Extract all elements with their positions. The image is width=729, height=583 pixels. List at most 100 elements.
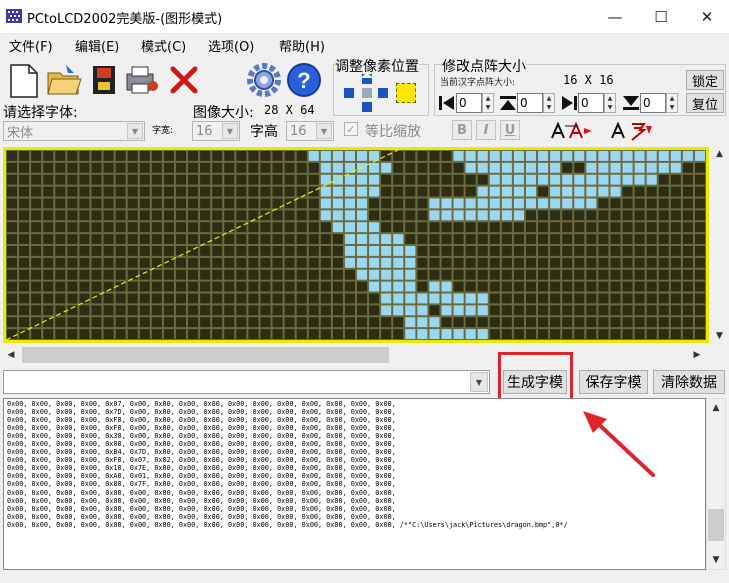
pixel-on[interactable] bbox=[501, 210, 512, 221]
pixel-off[interactable] bbox=[151, 257, 162, 268]
pixel-off[interactable] bbox=[127, 186, 138, 197]
pixel-off[interactable] bbox=[417, 174, 428, 185]
pixel-off[interactable] bbox=[634, 329, 645, 340]
pixel-off[interactable] bbox=[610, 329, 621, 340]
pixel-off[interactable] bbox=[127, 269, 138, 280]
pixel-off[interactable] bbox=[513, 269, 524, 280]
pixel-off[interactable] bbox=[550, 234, 561, 245]
pixel-off[interactable] bbox=[260, 257, 271, 268]
output-format-select[interactable]: ▼ bbox=[3, 370, 490, 394]
pixel-off[interactable] bbox=[489, 317, 500, 328]
pixel-off[interactable] bbox=[103, 305, 114, 316]
title-bar[interactable]: PCtoLCD2002完美版-(图形模式) — ☐ ✕ bbox=[0, 0, 729, 34]
pixel-off[interactable] bbox=[175, 293, 187, 304]
pixel-off[interactable] bbox=[67, 222, 78, 233]
pixel-off[interactable] bbox=[610, 222, 621, 233]
pixel-off[interactable] bbox=[127, 151, 138, 161]
pixel-off[interactable] bbox=[163, 234, 174, 245]
pixel-off[interactable] bbox=[658, 281, 669, 292]
pixel-off[interactable] bbox=[694, 329, 705, 340]
font-select[interactable]: 宋体 ▼ bbox=[3, 121, 145, 141]
pixel-off[interactable] bbox=[260, 329, 271, 340]
pixel-off[interactable] bbox=[405, 174, 416, 185]
pixel-off[interactable] bbox=[163, 305, 174, 316]
pixel-off[interactable] bbox=[429, 186, 440, 197]
pixel-off[interactable] bbox=[79, 281, 90, 292]
pixel-off[interactable] bbox=[188, 305, 199, 316]
pixel-off[interactable] bbox=[381, 174, 392, 185]
pixel-off[interactable] bbox=[248, 269, 259, 280]
pixel-on[interactable] bbox=[344, 186, 355, 197]
pixel-off[interactable] bbox=[586, 257, 597, 268]
pixel-off[interactable] bbox=[562, 162, 573, 173]
pixel-off[interactable] bbox=[610, 293, 621, 304]
pixel-off[interactable] bbox=[212, 186, 223, 197]
pixel-off[interactable] bbox=[139, 174, 150, 185]
pixel-on[interactable] bbox=[622, 174, 633, 185]
pixel-off[interactable] bbox=[163, 222, 174, 233]
pixel-on[interactable] bbox=[477, 198, 488, 209]
pixel-off[interactable] bbox=[212, 317, 223, 328]
pixel-off[interactable] bbox=[646, 246, 657, 256]
new-button[interactable] bbox=[4, 60, 44, 100]
pixel-off[interactable] bbox=[284, 246, 295, 256]
pixel-off[interactable] bbox=[296, 269, 307, 280]
pixel-off[interactable] bbox=[200, 281, 211, 292]
pixel-off[interactable] bbox=[682, 293, 693, 304]
pixel-off[interactable] bbox=[598, 246, 609, 256]
pixel-off[interactable] bbox=[682, 305, 693, 316]
pixel-off[interactable] bbox=[224, 305, 235, 316]
pixel-on[interactable] bbox=[429, 329, 440, 340]
spinner-top-value[interactable]: 0 bbox=[517, 93, 543, 113]
pixel-off[interactable] bbox=[260, 186, 271, 197]
pixel-off[interactable] bbox=[622, 234, 633, 245]
pixel-off[interactable] bbox=[115, 198, 126, 209]
pixel-off[interactable] bbox=[393, 162, 404, 173]
pixel-off[interactable] bbox=[646, 234, 657, 245]
pixel-on[interactable] bbox=[344, 174, 355, 185]
pixel-off[interactable] bbox=[441, 186, 452, 197]
pixel-off[interactable] bbox=[393, 329, 404, 340]
pixel-off[interactable] bbox=[139, 317, 150, 328]
pixel-on[interactable] bbox=[465, 305, 476, 316]
pixel-off[interactable] bbox=[308, 186, 319, 197]
pixel-off[interactable] bbox=[429, 151, 440, 161]
pixel-off[interactable] bbox=[646, 293, 657, 304]
pixel-on[interactable] bbox=[610, 162, 621, 173]
pixel-off[interactable] bbox=[682, 269, 693, 280]
pixel-off[interactable] bbox=[55, 246, 66, 256]
pixel-off[interactable] bbox=[188, 162, 199, 173]
pixel-on[interactable] bbox=[344, 222, 355, 233]
pixel-off[interactable] bbox=[284, 162, 295, 173]
pixel-off[interactable] bbox=[272, 293, 283, 304]
pixel-on[interactable] bbox=[393, 246, 404, 256]
pixel-on[interactable] bbox=[574, 174, 585, 185]
pixel-off[interactable] bbox=[31, 234, 42, 245]
pixel-off[interactable] bbox=[574, 329, 585, 340]
pixel-off[interactable] bbox=[405, 198, 416, 209]
pixel-off[interactable] bbox=[19, 162, 30, 173]
pixel-off[interactable] bbox=[91, 174, 102, 185]
pixel-off[interactable] bbox=[658, 329, 669, 340]
pixel-off[interactable] bbox=[139, 257, 150, 268]
pixel-off[interactable] bbox=[91, 329, 102, 340]
pixel-off[interactable] bbox=[19, 317, 30, 328]
pixel-on[interactable] bbox=[574, 198, 585, 209]
pixel-off[interactable] bbox=[574, 162, 585, 173]
pixel-off[interactable] bbox=[163, 281, 174, 292]
pixel-on[interactable] bbox=[465, 329, 476, 340]
pixel-off[interactable] bbox=[163, 174, 174, 185]
pixel-off[interactable] bbox=[308, 246, 319, 256]
pixel-off[interactable] bbox=[188, 222, 199, 233]
pixel-off[interactable] bbox=[212, 293, 223, 304]
pixel-off[interactable] bbox=[139, 234, 150, 245]
pixel-off[interactable] bbox=[19, 281, 30, 292]
pixel-off[interactable] bbox=[19, 305, 30, 316]
pixel-off[interactable] bbox=[429, 246, 440, 256]
pixel-off[interactable] bbox=[151, 305, 162, 316]
pixel-on[interactable] bbox=[501, 186, 512, 197]
pixel-on[interactable] bbox=[429, 198, 440, 209]
pixel-off[interactable] bbox=[538, 246, 549, 256]
pixel-on[interactable] bbox=[453, 151, 464, 161]
pixel-off[interactable] bbox=[284, 257, 295, 268]
